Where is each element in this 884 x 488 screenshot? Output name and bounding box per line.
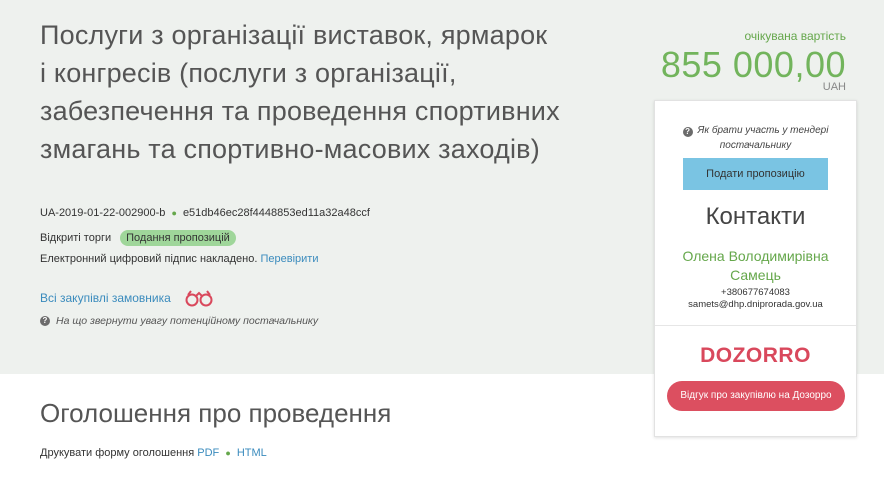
- contact-email: samets@dhp.dniprorada.gov.ua: [688, 299, 823, 310]
- tender-id: UA-2019-01-22-002900-b: [40, 207, 166, 219]
- all-purchases-row: Всі закупівлі замовника: [40, 289, 215, 307]
- participate-hint[interactable]: ? Як брати участь у тендері постачальнику: [655, 123, 856, 153]
- tender-hash: e51db46ec28f4448853ed11a32a48ccf: [182, 207, 370, 219]
- binoculars-icon[interactable]: [183, 289, 215, 307]
- procedure-line: Відкриті торги Подання пропозицій: [40, 230, 236, 246]
- expected-value-amount: 855 000,00: [660, 44, 846, 85]
- all-purchases-link[interactable]: Всі закупівлі замовника: [40, 291, 171, 305]
- tender-title: Послуги з організації виставок, ярмарок …: [40, 20, 560, 164]
- contact-name: Олена Володимирівна Самець: [682, 248, 829, 283]
- card-divider: [655, 325, 856, 326]
- contact-phone: +380677674083: [721, 287, 790, 298]
- tender-id-line: UA-2019-01-22-002900-b ● e51db46ec28f444…: [40, 207, 370, 219]
- submit-offer-button[interactable]: Подати пропозицію: [683, 158, 828, 190]
- print-form-line: Друкувати форму оголошення PDF ● HTML: [40, 447, 267, 459]
- procedure-type: Відкриті торги: [40, 232, 112, 244]
- contacts-title: Контакти: [705, 203, 806, 230]
- expected-value-label: очікувана вартість: [744, 29, 847, 43]
- supplier-hint-text: На що звернути увагу потенційному постач…: [56, 315, 319, 327]
- announcement-title: Оголошення про проведення: [40, 398, 392, 428]
- question-circle-icon: ?: [682, 127, 693, 137]
- supplier-hint[interactable]: ? На що звернути увагу потенційному пост…: [40, 315, 318, 327]
- verify-signature-link[interactable]: Перевірити: [260, 253, 318, 265]
- sidebar-card: ? Як брати участь у тендері постачальнику…: [654, 100, 857, 437]
- print-form-label: Друкувати форму оголошення: [40, 447, 195, 459]
- participate-hint-text: Як брати участь у тендері постачальнику: [697, 125, 829, 151]
- separator-dot: ●: [225, 448, 231, 458]
- signature-text: Електронний цифровий підпис накладено.: [40, 253, 258, 265]
- separator-dot: ●: [171, 208, 177, 218]
- signature-line: Електронний цифровий підпис накладено. П…: [40, 253, 318, 265]
- dozorro-logo: DOZORRO: [700, 344, 811, 367]
- pdf-link[interactable]: PDF: [197, 447, 219, 459]
- html-link[interactable]: HTML: [237, 447, 267, 459]
- question-circle-icon: ?: [40, 316, 50, 326]
- expected-value-currency: UAH: [822, 81, 846, 93]
- status-badge: Подання пропозицій: [120, 230, 236, 246]
- dozorro-review-button[interactable]: Відгук про закупівлю на Дозорро: [667, 381, 845, 411]
